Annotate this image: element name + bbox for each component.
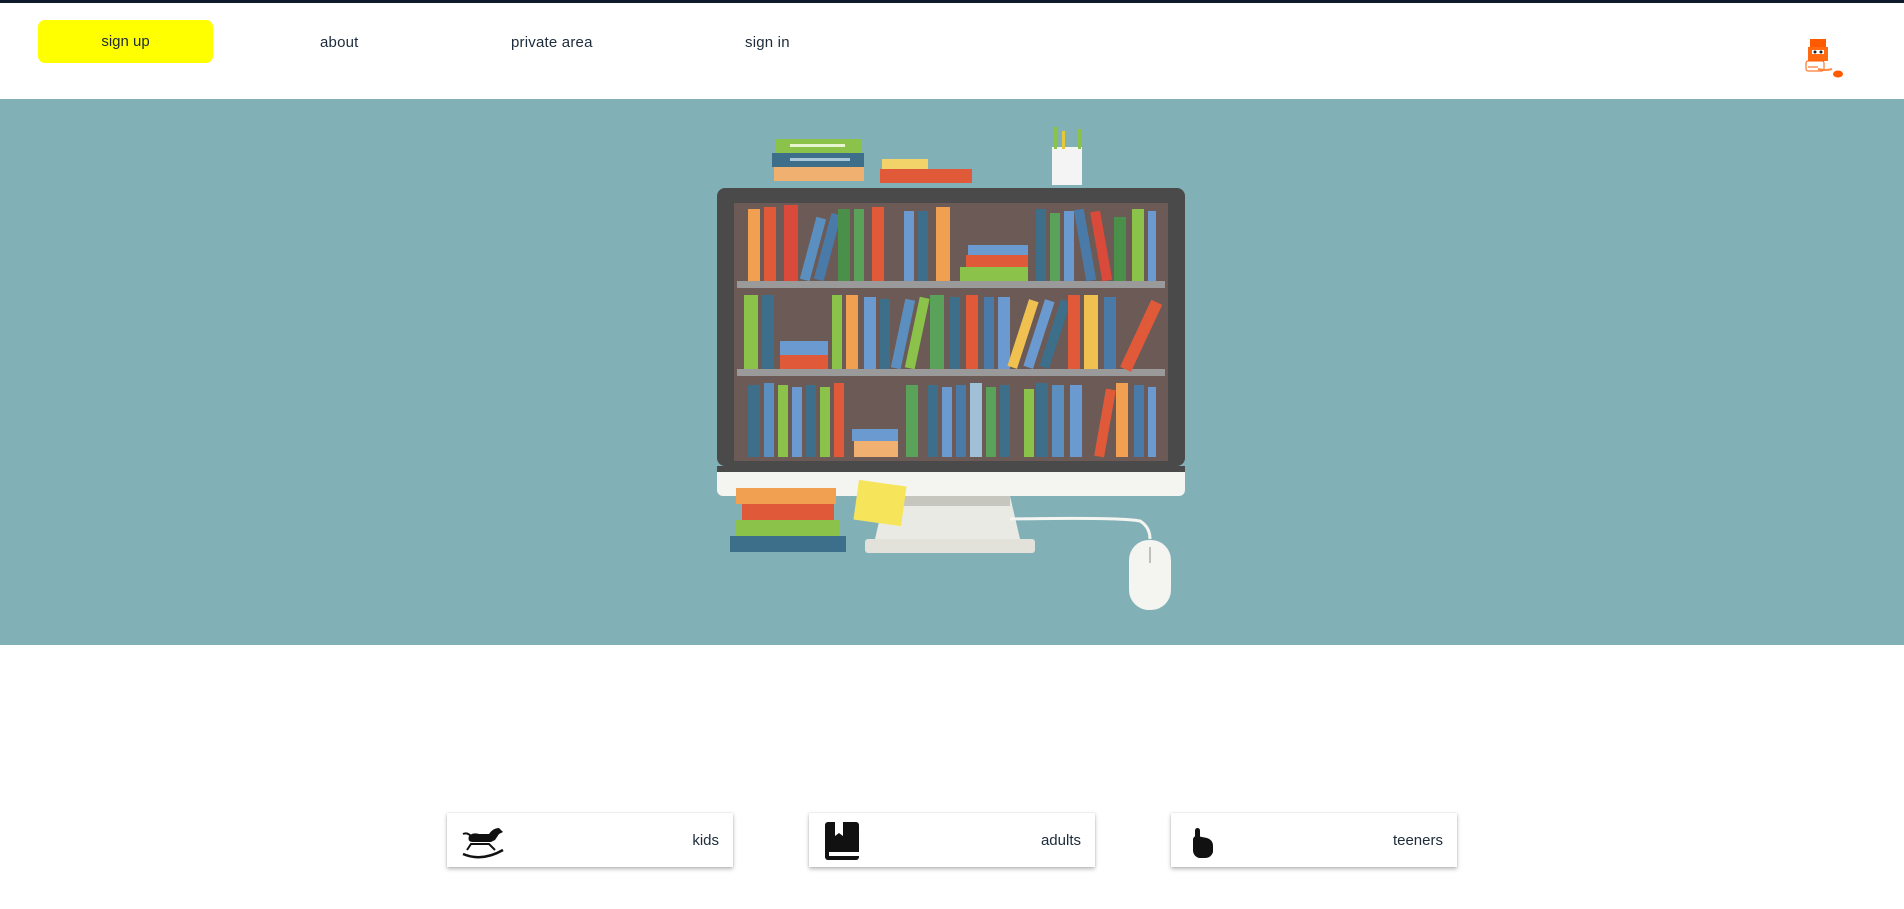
about-link[interactable]: about	[320, 34, 359, 51]
navbar: sign up about private area sign in	[0, 3, 1904, 99]
teeners-label: teeners	[1392, 832, 1443, 849]
sign-up-button[interactable]: sign up	[38, 20, 213, 63]
hero-banner	[0, 99, 1904, 645]
rocking-horse-icon	[462, 828, 504, 859]
pointing-hand-icon	[1193, 828, 1213, 858]
adults-label: adults	[1040, 832, 1081, 849]
teeners-card[interactable]: teeners	[1171, 813, 1457, 867]
adults-card[interactable]: adults	[809, 813, 1095, 867]
sign-in-link[interactable]: sign in	[745, 34, 790, 51]
bookshelf-computer-illustration	[717, 127, 1185, 610]
private-area-link[interactable]: private area	[511, 34, 593, 51]
kids-card[interactable]: kids	[447, 813, 733, 867]
kids-label: kids	[692, 832, 719, 849]
bookworm-logo-icon[interactable]	[1800, 37, 1850, 87]
category-cards: kids adults teeners	[0, 813, 1904, 868]
book-icon	[825, 822, 859, 860]
